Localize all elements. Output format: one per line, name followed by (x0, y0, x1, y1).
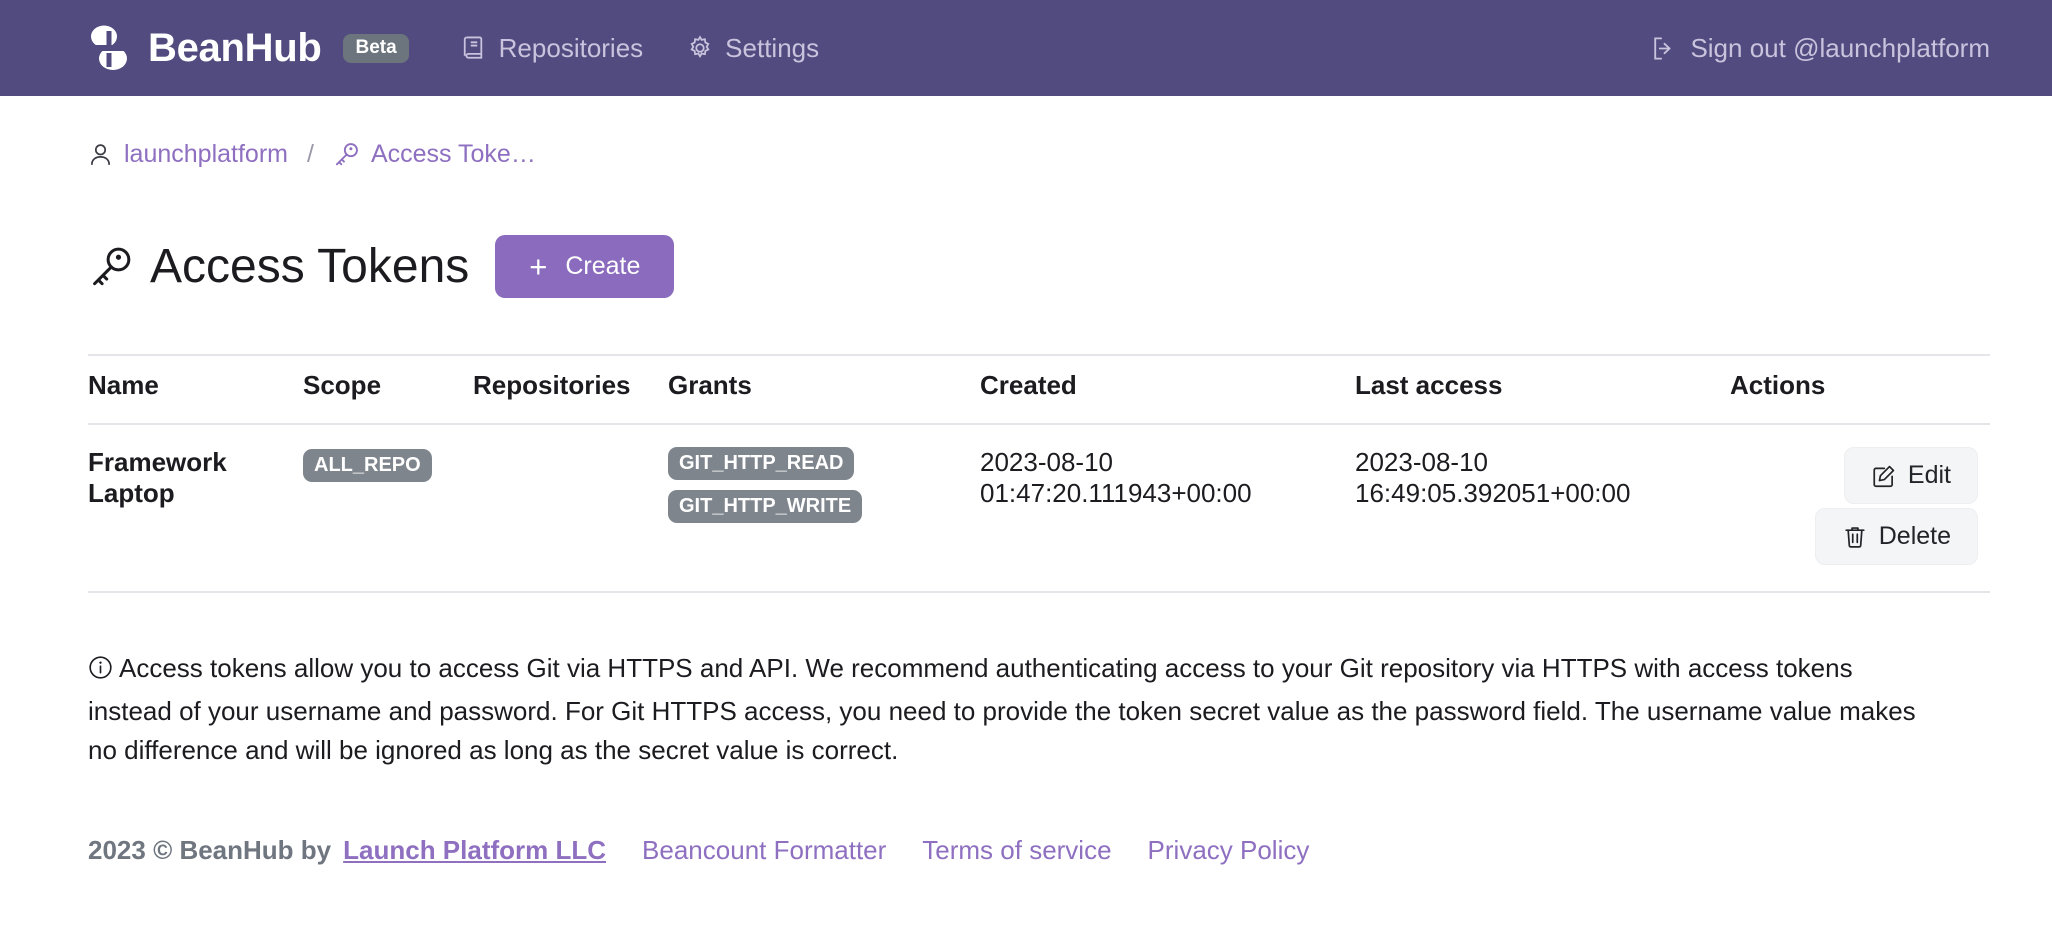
create-button[interactable]: + Create (495, 235, 675, 299)
footer-link-company[interactable]: Launch Platform LLC (343, 835, 606, 866)
page-title-text: Access Tokens (150, 240, 470, 294)
nav-item-settings-label: Settings (725, 32, 820, 63)
cell-scope: ALL_REPO (303, 424, 473, 594)
create-button-label: Create (565, 252, 641, 281)
footer-link-privacy-policy[interactable]: Privacy Policy (1148, 835, 1310, 866)
info-note: Access tokens allow you to access Git vi… (88, 649, 1933, 771)
key-icon (93, 247, 131, 285)
edit-button[interactable]: Edit (1843, 447, 1978, 505)
info-circle-icon (88, 652, 113, 692)
cell-repositories (473, 424, 668, 594)
cell-actions: Edit Delete (1730, 424, 1990, 594)
brand-name: BeanHub (148, 25, 322, 70)
person-icon (91, 144, 110, 166)
table-row: Framework Laptop ALL_REPO GIT_HTTP_READ … (88, 424, 1990, 594)
access-tokens-table: Name Scope Repositories Grants Created L… (88, 354, 1990, 594)
column-header-last-access: Last access (1355, 354, 1730, 426)
column-header-name: Name (88, 354, 303, 426)
trash-icon (1845, 527, 1865, 548)
cell-last-access: 2023-08-10 16:49:05.392051+00:00 (1355, 424, 1730, 594)
page-header: Access Tokens + Create (88, 207, 1990, 326)
delete-button[interactable]: Delete (1814, 508, 1978, 566)
key-icon (335, 143, 358, 166)
scope-badge: ALL_REPO (303, 449, 432, 483)
cell-created: 2023-08-10 01:47:20.111943+00:00 (980, 424, 1355, 594)
footer-link-terms-of-service[interactable]: Terms of service (922, 835, 1111, 866)
last-access-date: 2023-08-10 (1355, 447, 1488, 478)
sign-out-label: Sign out @launchplatform (1690, 32, 1990, 63)
column-header-scope: Scope (303, 354, 473, 426)
page-footer: 2023 © BeanHub by Launch Platform LLC Be… (88, 835, 1990, 866)
breadcrumb-item-access-tokens[interactable]: Access Toke… (333, 140, 536, 169)
top-navbar: BeanHub Beta Repositories Settings Sign … (0, 0, 2052, 96)
breadcrumb-separator: / (306, 140, 314, 168)
column-header-repositories: Repositories (473, 354, 668, 426)
pencil-square-icon (1873, 465, 1895, 487)
beta-badge: Beta (343, 33, 409, 63)
breadcrumb-current-label: Access Toke… (370, 140, 536, 168)
column-header-created: Created (980, 354, 1355, 426)
copyright-text: 2023 © BeanHub by (88, 834, 332, 865)
column-header-grants: Grants (668, 354, 980, 426)
main-content: launchplatform / Access Toke… Access Tok… (0, 96, 2052, 866)
breadcrumb: launchplatform / Access Toke… (88, 96, 1990, 169)
nav-links: Repositories Settings (461, 33, 819, 64)
created-date: 2023-08-10 (980, 447, 1113, 478)
beanhub-logo-icon (91, 25, 127, 70)
breadcrumb-user-label: launchplatform (124, 140, 288, 168)
cell-token-name: Framework Laptop (88, 424, 303, 594)
edit-button-label: Edit (1907, 461, 1951, 490)
footer-link-beancount-formatter[interactable]: Beancount Formatter (642, 835, 886, 866)
table-header-row: Name Scope Repositories Grants Created L… (88, 354, 1990, 426)
column-header-actions: Actions (1730, 354, 1990, 426)
plus-icon: + (529, 249, 548, 285)
sign-out-link[interactable]: Sign out @launchplatform (1651, 33, 1990, 64)
nav-item-repositories-label: Repositories (498, 32, 644, 63)
breadcrumb-item-user[interactable]: launchplatform (88, 140, 288, 169)
page-title: Access Tokens (88, 239, 469, 294)
book-icon (463, 36, 482, 59)
cell-grants: GIT_HTTP_READ GIT_HTTP_WRITE (668, 424, 980, 594)
nav-item-settings[interactable]: Settings (687, 33, 819, 64)
nav-item-repositories[interactable]: Repositories (461, 32, 644, 64)
last-access-time: 16:49:05.392051+00:00 (1355, 477, 1631, 508)
row-actions: Edit Delete (1730, 447, 1990, 566)
delete-button-label: Delete (1878, 522, 1951, 551)
grant-badge: GIT_HTTP_READ (668, 447, 855, 481)
created-time: 01:47:20.111943+00:00 (980, 477, 1252, 508)
grant-badge: GIT_HTTP_WRITE (668, 490, 863, 524)
grant-badge-list: GIT_HTTP_READ GIT_HTTP_WRITE (668, 447, 980, 531)
brand-home-link[interactable]: BeanHub Beta (88, 25, 409, 71)
gear-icon (690, 35, 710, 59)
box-arrow-right-icon (1654, 36, 1671, 60)
info-note-text: Access tokens allow you to access Git vi… (88, 653, 1916, 766)
